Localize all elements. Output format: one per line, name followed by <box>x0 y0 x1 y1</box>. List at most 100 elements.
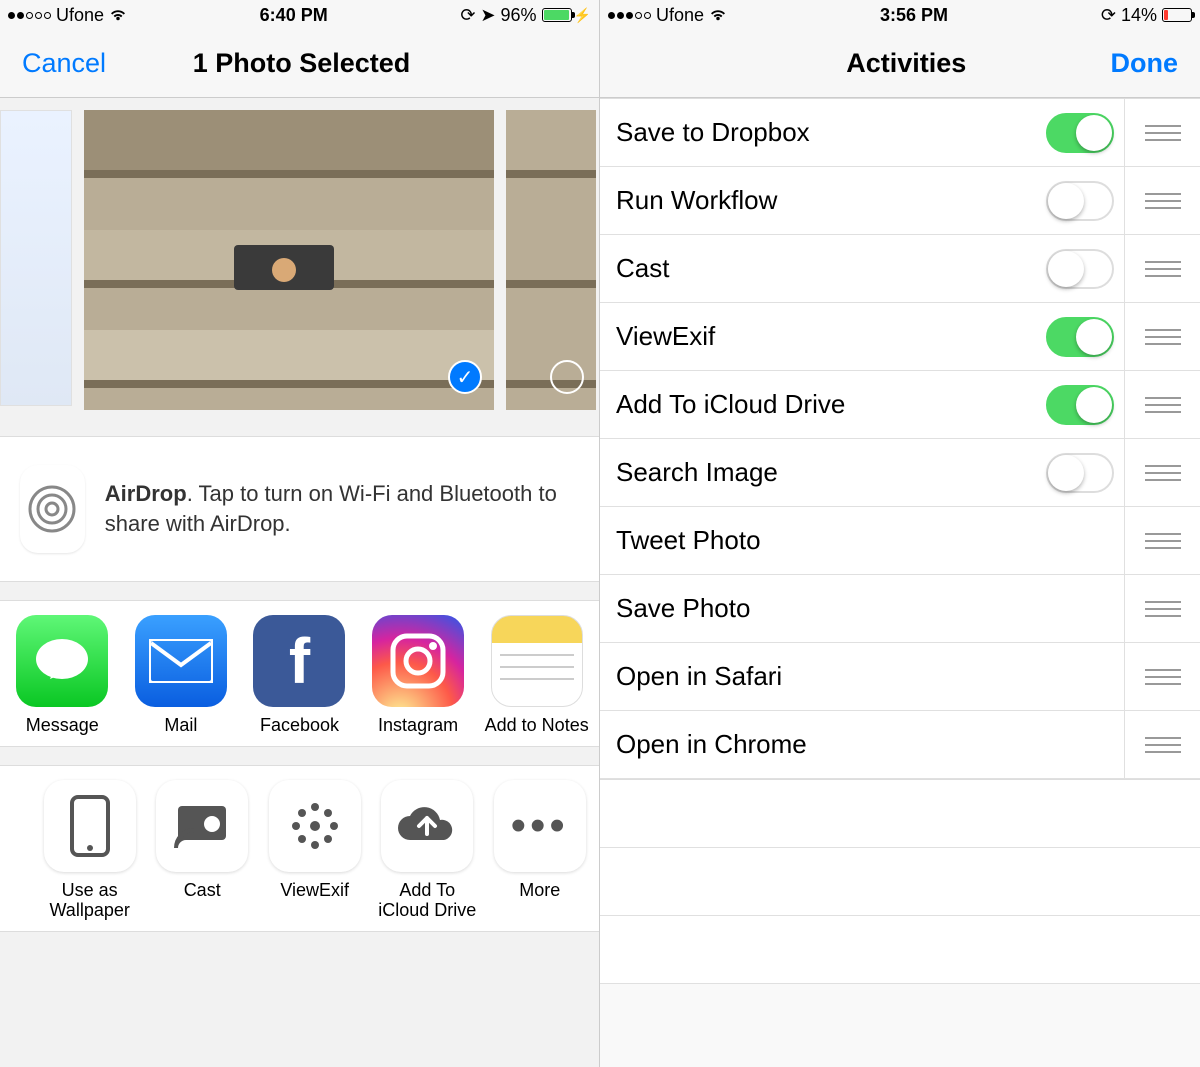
share-app-mail[interactable]: Mail <box>129 615 234 736</box>
action-cast[interactable]: Cast <box>153 780 252 921</box>
cancel-button[interactable]: Cancel <box>22 48 106 79</box>
nav-title-right: Activities <box>846 48 966 79</box>
facebook-icon: f <box>253 615 345 707</box>
activity-row[interactable]: Tweet Photo <box>600 507 1200 575</box>
action-label: Cast <box>184 880 221 901</box>
activity-toggle[interactable] <box>1046 181 1114 221</box>
status-time: 6:40 PM <box>260 5 328 26</box>
activity-row[interactable]: Search Image <box>600 439 1200 507</box>
activity-row[interactable]: Save Photo <box>600 575 1200 643</box>
activity-row[interactable]: Open in Chrome <box>600 711 1200 779</box>
status-bar-left: Ufone 6:40 PM ⟳ ➤ 96% ⚡ <box>0 0 599 30</box>
battery-pct: 96% <box>501 5 537 26</box>
more-icon: ••• <box>494 780 586 872</box>
share-app-label: Message <box>26 715 99 736</box>
location-icon: ➤ <box>480 5 495 26</box>
wifi-icon <box>709 8 727 22</box>
share-apps-row[interactable]: Message Mail f Facebook Instagram Add to Note… <box>0 600 599 747</box>
signal-dots <box>608 12 651 19</box>
activity-row[interactable]: Save to Dropbox <box>600 99 1200 167</box>
icloud-icon <box>381 780 473 872</box>
activity-name: Save Photo <box>616 593 1124 624</box>
activities-blank <box>600 779 1200 984</box>
activity-toggle[interactable] <box>1046 113 1114 153</box>
status-time: 3:56 PM <box>880 5 948 26</box>
viewexif-icon <box>269 780 361 872</box>
activity-toggle[interactable] <box>1046 385 1114 425</box>
activity-name: Open in Safari <box>616 661 1124 692</box>
wifi-icon <box>109 8 127 22</box>
drag-handle-icon[interactable] <box>1124 575 1200 642</box>
activity-row[interactable]: ViewExif <box>600 303 1200 371</box>
activity-row[interactable]: Open in Safari <box>600 643 1200 711</box>
instagram-icon <box>372 615 464 707</box>
action-viewexif[interactable]: ViewExif <box>265 780 364 921</box>
actions-row[interactable]: Use as Wallpaper Cast ViewExif Add To iClou… <box>0 765 599 932</box>
action-icloud[interactable]: Add To iCloud Drive <box>378 780 477 921</box>
activity-name: Save to Dropbox <box>616 117 1046 148</box>
activities-list: Save to Dropbox Run Workflow Cast ViewExif A… <box>600 98 1200 779</box>
nav-bar-left: Cancel 1 Photo Selected <box>0 30 599 98</box>
wallpaper-icon <box>44 780 136 872</box>
photo-thumb-next[interactable] <box>506 110 596 406</box>
action-label: ViewExif <box>280 880 349 901</box>
nav-bar-right: Activities Done <box>600 30 1200 98</box>
notes-icon <box>491 615 583 707</box>
activity-name: Add To iCloud Drive <box>616 389 1046 420</box>
activity-toggle[interactable] <box>1046 453 1114 493</box>
share-app-message[interactable]: Message <box>10 615 115 736</box>
photo-thumb-prev[interactable] <box>0 110 72 406</box>
drag-handle-icon[interactable] <box>1124 643 1200 710</box>
activity-name: Tweet Photo <box>616 525 1124 556</box>
airdrop-section[interactable]: AirDrop. Tap to turn on Wi-Fi and Blueto… <box>0 436 599 582</box>
selected-check-icon: ✓ <box>448 360 482 394</box>
battery-icon <box>1162 8 1192 22</box>
action-label: Use as Wallpaper <box>40 880 139 921</box>
cast-icon <box>156 780 248 872</box>
drag-handle-icon[interactable] <box>1124 507 1200 574</box>
photo-strip[interactable]: ✓ <box>0 98 599 418</box>
drag-handle-icon[interactable] <box>1124 303 1200 370</box>
status-bar-right: Ufone 3:56 PM ⟳ 14% <box>600 0 1200 30</box>
share-app-label: Mail <box>164 715 197 736</box>
activity-name: ViewExif <box>616 321 1046 352</box>
unselected-check-icon <box>550 360 584 394</box>
photo-thumb-selected[interactable]: ✓ <box>84 110 494 406</box>
activity-name: Cast <box>616 253 1046 284</box>
airdrop-text: AirDrop. Tap to turn on Wi-Fi and Blueto… <box>105 479 579 538</box>
action-more[interactable]: •••More <box>490 780 589 921</box>
action-wallpaper[interactable]: Use as Wallpaper <box>40 780 139 921</box>
action-label: Add To iCloud Drive <box>378 880 477 921</box>
drag-handle-icon[interactable] <box>1124 371 1200 438</box>
activity-row[interactable]: Add To iCloud Drive <box>600 371 1200 439</box>
activity-name: Open in Chrome <box>616 729 1124 760</box>
orientation-lock-icon: ⟳ <box>1101 5 1116 26</box>
share-app-label: Instagram <box>378 715 458 736</box>
activity-row[interactable]: Cast <box>600 235 1200 303</box>
done-button[interactable]: Done <box>1111 48 1179 79</box>
activity-toggle[interactable] <box>1046 249 1114 289</box>
drag-handle-icon[interactable] <box>1124 439 1200 506</box>
activity-name: Run Workflow <box>616 185 1046 216</box>
activity-toggle[interactable] <box>1046 317 1114 357</box>
share-app-instagram[interactable]: Instagram <box>366 615 471 736</box>
activity-name: Search Image <box>616 457 1046 488</box>
share-app-label: Add to Notes <box>485 715 589 736</box>
charging-icon: ⚡ <box>574 7 591 24</box>
share-sheet-screen: Ufone 6:40 PM ⟳ ➤ 96% ⚡ Cancel 1 Photo S… <box>0 0 600 1067</box>
carrier-label: Ufone <box>656 5 704 26</box>
airdrop-icon <box>20 465 85 553</box>
carrier-label: Ufone <box>56 5 104 26</box>
drag-handle-icon[interactable] <box>1124 235 1200 302</box>
battery-icon <box>542 8 572 22</box>
drag-handle-icon[interactable] <box>1124 99 1200 166</box>
message-icon <box>16 615 108 707</box>
drag-handle-icon[interactable] <box>1124 167 1200 234</box>
share-app-notes[interactable]: Add to Notes <box>484 615 589 736</box>
drag-handle-icon[interactable] <box>1124 711 1200 778</box>
share-app-facebook[interactable]: f Facebook <box>247 615 352 736</box>
activities-screen: Ufone 3:56 PM ⟳ 14% Activities Done Save… <box>600 0 1200 1067</box>
signal-dots <box>8 12 51 19</box>
share-app-label: Facebook <box>260 715 339 736</box>
activity-row[interactable]: Run Workflow <box>600 167 1200 235</box>
